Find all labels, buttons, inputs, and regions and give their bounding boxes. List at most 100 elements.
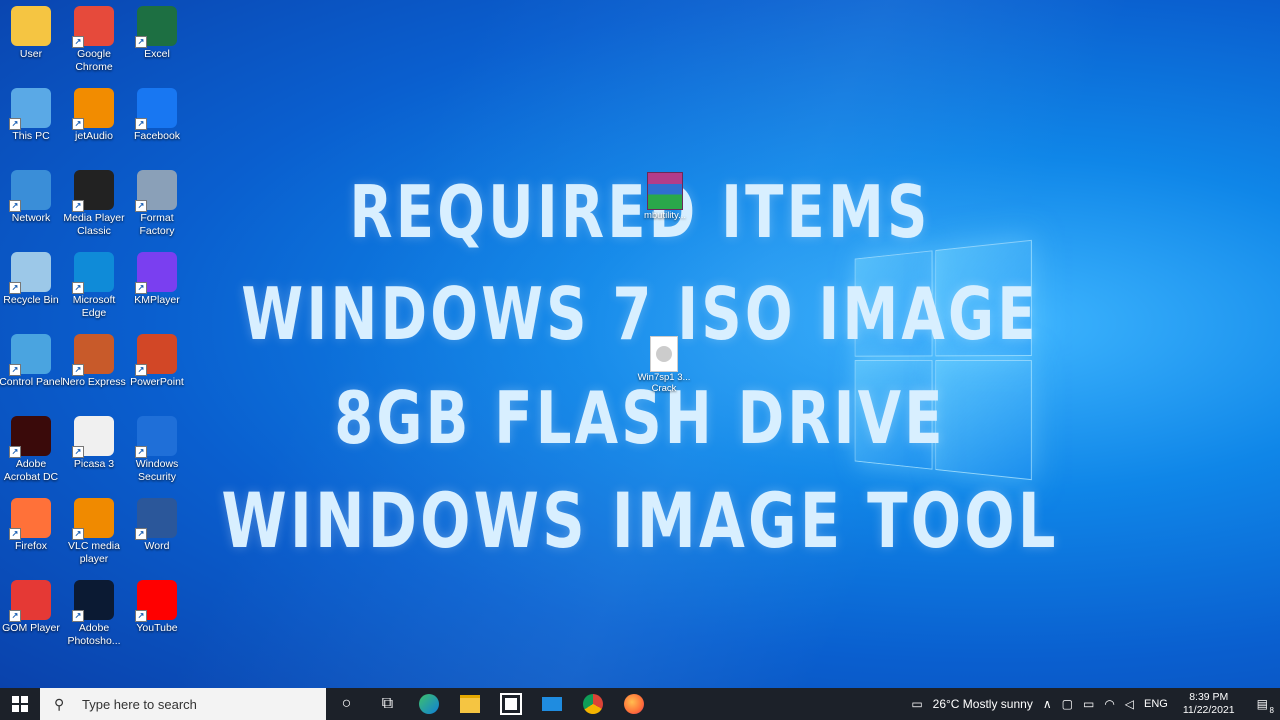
weather-text[interactable]: 26°C Mostly sunny bbox=[928, 697, 1038, 711]
shortcut-arrow-icon: ↗ bbox=[9, 528, 21, 540]
cortana-icon: ○ bbox=[342, 695, 352, 713]
notification-icon: ▤ bbox=[1257, 697, 1268, 711]
desktop-icon-excel[interactable]: ↗ Excel bbox=[125, 6, 189, 61]
vlc-icon: ↗ bbox=[74, 498, 114, 538]
weather-icon[interactable]: ▭ bbox=[906, 697, 927, 711]
edge-icon bbox=[419, 694, 439, 714]
file-explorer-icon bbox=[460, 695, 480, 713]
task-view-button[interactable]: ⧉ bbox=[367, 688, 408, 720]
taskbar-store[interactable] bbox=[490, 688, 531, 720]
cortana-button[interactable]: ○ bbox=[326, 688, 367, 720]
meet-now-icon[interactable]: ▢ bbox=[1057, 697, 1078, 711]
youtube-icon: ↗ bbox=[137, 580, 177, 620]
desktop-icon-label: User bbox=[0, 48, 63, 61]
shortcut-arrow-icon: ↗ bbox=[72, 36, 84, 48]
taskbar-mail[interactable] bbox=[531, 688, 572, 720]
desktop-icon-microsoft-edge[interactable]: ↗ Microsoft Edge bbox=[62, 252, 126, 320]
shortcut-arrow-icon: ↗ bbox=[9, 118, 21, 130]
desktop-icon-adobe-photosho[interactable]: ↗ Adobe Photosho... bbox=[62, 580, 126, 648]
chrome-icon: ↗ bbox=[74, 6, 114, 46]
desktop-icon-label: Picasa 3 bbox=[62, 458, 126, 471]
battery-icon[interactable]: ▭ bbox=[1078, 697, 1099, 711]
recycle-bin-icon: ↗ bbox=[11, 252, 51, 292]
clock-date: 11/22/2021 bbox=[1183, 704, 1235, 717]
taskbar-search-box[interactable]: ⚲ Type here to search bbox=[40, 688, 326, 720]
acrobat-icon: ↗ bbox=[11, 416, 51, 456]
desktop-icon-firefox[interactable]: ↗ Firefox bbox=[0, 498, 63, 553]
file-label: Win7sp1 3... Crack bbox=[632, 372, 696, 394]
desktop-icon-recycle-bin[interactable]: ↗ Recycle Bin bbox=[0, 252, 63, 307]
desktop-icon-label: Recycle Bin bbox=[0, 294, 63, 307]
language-indicator[interactable]: ENG bbox=[1139, 698, 1173, 710]
firefox-icon: ↗ bbox=[11, 498, 51, 538]
shortcut-arrow-icon: ↗ bbox=[9, 610, 21, 622]
search-placeholder: Type here to search bbox=[82, 697, 197, 712]
clock-time: 8:39 PM bbox=[1183, 691, 1235, 704]
taskbar-file-explorer[interactable] bbox=[449, 688, 490, 720]
taskbar: ⚲ Type here to search ○ ⧉ ▭ 26°C Mostly … bbox=[0, 688, 1280, 720]
desktop-icon-gom-player[interactable]: ↗ GOM Player bbox=[0, 580, 63, 635]
media-player-icon: ↗ bbox=[74, 170, 114, 210]
desktop-icon-label: Control Panel bbox=[0, 376, 63, 389]
desktop-icon-this-pc[interactable]: ↗ This PC bbox=[0, 88, 63, 143]
shortcut-arrow-icon: ↗ bbox=[135, 118, 147, 130]
shortcut-arrow-icon: ↗ bbox=[135, 36, 147, 48]
jetaudio-icon: ↗ bbox=[74, 88, 114, 128]
gom-player-icon: ↗ bbox=[11, 580, 51, 620]
desktop-icon-youtube[interactable]: ↗ YouTube bbox=[125, 580, 189, 635]
taskbar-firefox[interactable] bbox=[613, 688, 654, 720]
clock[interactable]: 8:39 PM 11/22/2021 bbox=[1173, 691, 1245, 717]
desktop-icon-adobe-acrobat-dc[interactable]: ↗ Adobe Acrobat DC bbox=[0, 416, 63, 484]
shortcut-arrow-icon: ↗ bbox=[72, 446, 84, 458]
control-panel-icon: ↗ bbox=[11, 334, 51, 374]
wifi-icon[interactable]: ◠ bbox=[1099, 697, 1119, 711]
notification-count: 8 bbox=[1270, 706, 1274, 715]
desktop-icon-label: jetAudio bbox=[62, 130, 126, 143]
nero-icon: ↗ bbox=[74, 334, 114, 374]
desktop-icon-label: YouTube bbox=[125, 622, 189, 635]
start-button[interactable] bbox=[0, 688, 40, 720]
desktop-icon-picasa-3[interactable]: ↗ Picasa 3 bbox=[62, 416, 126, 471]
shortcut-arrow-icon: ↗ bbox=[9, 282, 21, 294]
desktop-icon-label: Excel bbox=[125, 48, 189, 61]
shortcut-arrow-icon: ↗ bbox=[72, 364, 84, 376]
desktop-icon-facebook[interactable]: ↗ Facebook bbox=[125, 88, 189, 143]
photoshop-icon: ↗ bbox=[74, 580, 114, 620]
desktop-icon-label: Nero Express bbox=[62, 376, 126, 389]
desktop-icon-label: Facebook bbox=[125, 130, 189, 143]
network-icon: ↗ bbox=[11, 170, 51, 210]
chevron-up-icon[interactable]: ∧ bbox=[1038, 697, 1057, 711]
volume-icon[interactable]: ◁ bbox=[1120, 697, 1139, 711]
taskbar-chrome[interactable] bbox=[572, 688, 613, 720]
overlay-line-4: WINDOWS IMAGE TOOL bbox=[141, 476, 1139, 565]
computer-icon: ↗ bbox=[11, 88, 51, 128]
notification-center[interactable]: ▤ 8 bbox=[1245, 697, 1280, 711]
shortcut-arrow-icon: ↗ bbox=[72, 610, 84, 622]
desktop-icon-label: GOM Player bbox=[0, 622, 63, 635]
windows-start-icon bbox=[12, 696, 28, 712]
chrome-icon bbox=[583, 694, 603, 714]
desktop-icon-label: Firefox bbox=[0, 540, 63, 553]
mail-icon bbox=[542, 697, 562, 711]
shortcut-arrow-icon: ↗ bbox=[72, 282, 84, 294]
file-label: mbutility... bbox=[633, 210, 697, 221]
desktop-icon-jetaudio[interactable]: ↗ jetAudio bbox=[62, 88, 126, 143]
desktop-icon-label: Microsoft Edge bbox=[62, 294, 126, 320]
desktop-icon-control-panel[interactable]: ↗ Control Panel bbox=[0, 334, 63, 389]
desktop-file-win7sp1[interactable]: Win7sp1 3... Crack bbox=[632, 336, 696, 394]
search-icon: ⚲ bbox=[54, 696, 74, 713]
shortcut-arrow-icon: ↗ bbox=[9, 446, 21, 458]
desktop-icon-label: VLC media player bbox=[62, 540, 126, 566]
shortcut-arrow-icon: ↗ bbox=[72, 528, 84, 540]
shortcut-arrow-icon: ↗ bbox=[72, 118, 84, 130]
desktop-file-mbutility[interactable]: mbutility... bbox=[633, 172, 697, 221]
desktop-icon-network[interactable]: ↗ Network bbox=[0, 170, 63, 225]
desktop-icon-user[interactable]: User bbox=[0, 6, 63, 61]
taskbar-edge[interactable] bbox=[408, 688, 449, 720]
desktop-icon-vlc-media-player[interactable]: ↗ VLC media player bbox=[62, 498, 126, 566]
desktop-icon-media-player-classic[interactable]: ↗ Media Player Classic bbox=[62, 170, 126, 238]
winrar-archive-icon bbox=[647, 172, 683, 210]
desktop-icon-nero-express[interactable]: ↗ Nero Express bbox=[62, 334, 126, 389]
edge-icon: ↗ bbox=[74, 252, 114, 292]
desktop-icon-google-chrome[interactable]: ↗ Google Chrome bbox=[62, 6, 126, 74]
